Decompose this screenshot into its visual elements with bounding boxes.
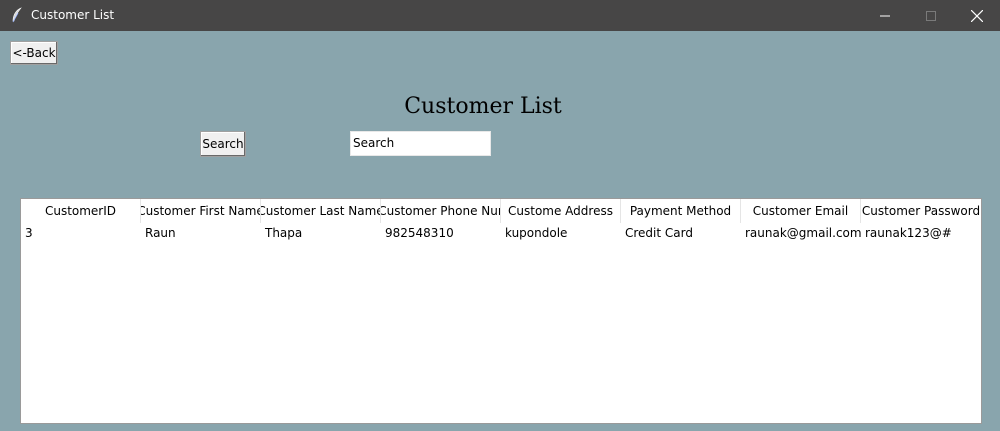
- table-row[interactable]: 3 Raun Thapa 982548310 kupondole Credit …: [21, 223, 981, 243]
- maximize-icon: [926, 10, 936, 21]
- window-titlebar: Customer List: [0, 0, 1000, 31]
- column-header-email[interactable]: Customer Email: [741, 199, 861, 223]
- back-button[interactable]: <-Back: [10, 41, 58, 65]
- close-icon: [971, 9, 983, 22]
- cell-customer-id: 3: [25, 226, 33, 240]
- cell-phone: 982548310: [385, 226, 454, 240]
- column-header-phone[interactable]: Customer Phone Nur: [381, 199, 501, 223]
- search-input[interactable]: Search: [350, 131, 491, 156]
- maximize-button[interactable]: [908, 0, 954, 31]
- customer-table[interactable]: CustomerID Customer First Name Customer …: [20, 198, 982, 424]
- cell-address: kupondole: [505, 226, 568, 240]
- cell-last-name: Thapa: [265, 226, 303, 240]
- column-header-last-name[interactable]: Customer Last Name: [261, 199, 381, 223]
- minimize-icon: [880, 15, 890, 16]
- column-header-password[interactable]: Customer Password: [861, 199, 981, 223]
- cell-password: raunak123@#: [865, 226, 952, 240]
- column-header-first-name[interactable]: Customer First Name: [141, 199, 261, 223]
- page-title: Customer List: [404, 94, 562, 119]
- close-button[interactable]: [954, 0, 1000, 31]
- minimize-button[interactable]: [862, 0, 908, 31]
- window-title: Customer List: [31, 8, 115, 22]
- feather-icon: [10, 7, 24, 23]
- table-body: 3 Raun Thapa 982548310 kupondole Credit …: [21, 223, 981, 243]
- cell-first-name: Raun: [145, 226, 176, 240]
- column-header-payment-method[interactable]: Payment Method: [621, 199, 741, 223]
- cell-payment-method: Credit Card: [625, 226, 693, 240]
- column-header-address[interactable]: Custome Address: [501, 199, 621, 223]
- table-header: CustomerID Customer First Name Customer …: [21, 199, 981, 223]
- column-header-customer-id[interactable]: CustomerID: [21, 199, 141, 223]
- search-button[interactable]: Search: [200, 131, 246, 157]
- cell-email: raunak@gmail.com: [745, 226, 861, 240]
